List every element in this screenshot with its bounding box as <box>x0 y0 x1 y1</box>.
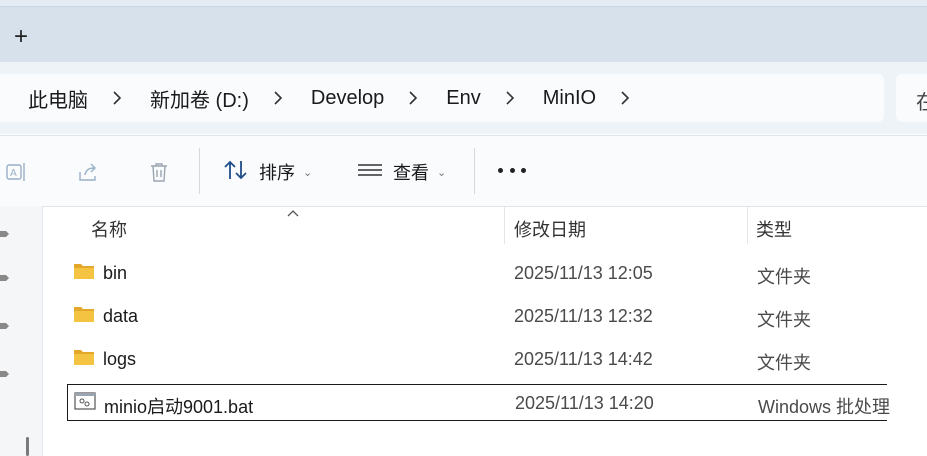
file-modified: 2025/11/13 14:20 <box>515 393 654 413</box>
new-tab-button[interactable]: + <box>10 23 32 50</box>
toolbar-separator <box>474 148 475 194</box>
column-divider[interactable] <box>747 206 748 244</box>
search-input[interactable]: 在 <box>896 74 927 122</box>
search-placeholder: 在 <box>916 92 927 114</box>
address-bar-area: 此电脑 新加卷 (D:) Develop Env MinIO 在 <box>0 62 927 134</box>
file-name: logs <box>103 349 137 369</box>
batch-file-icon <box>74 391 96 413</box>
folder-icon <box>73 347 95 369</box>
file-name: bin <box>103 263 128 283</box>
column-header-type[interactable]: 类型 <box>756 216 792 242</box>
file-modified: 2025/11/13 12:32 <box>514 306 653 326</box>
view-icon <box>357 158 383 187</box>
sort-icon <box>223 158 249 187</box>
breadcrumb[interactable]: 此电脑 新加卷 (D:) Develop Env MinIO <box>0 74 884 122</box>
svg-text:A: A <box>10 168 17 179</box>
pin-icon <box>0 366 10 377</box>
view-label: 查看 <box>393 163 429 183</box>
tab-strip-top-edge <box>0 0 927 7</box>
column-header-modified[interactable]: 修改日期 <box>514 216 586 242</box>
column-divider[interactable] <box>504 206 505 244</box>
rename-icon[interactable]: A <box>4 160 28 184</box>
command-bar: A 排序 ⌄ 查看 ⌄ <box>0 135 927 207</box>
chevron-right-icon[interactable] <box>596 90 630 106</box>
list-item[interactable]: logs 2025/11/13 14:42 文件夹 <box>67 341 927 377</box>
chevron-down-icon: ⌄ <box>437 166 447 179</box>
file-name: data <box>103 306 139 326</box>
chevron-down-icon: ⌄ <box>303 166 313 179</box>
folder-icon <box>73 304 95 326</box>
file-type: Windows 批处理 <box>758 397 891 417</box>
folder-icon <box>73 261 95 283</box>
sort-button[interactable]: 排序 ⌄ <box>223 157 312 187</box>
list-item[interactable]: bin 2025/11/13 12:05 文件夹 <box>67 255 927 291</box>
file-modified: 2025/11/13 14:42 <box>514 349 653 369</box>
column-header-name[interactable]: 名称 <box>91 216 127 242</box>
breadcrumb-item-env[interactable]: Env <box>418 87 480 110</box>
file-name: minio启动9001.bat <box>104 397 254 417</box>
list-item[interactable]: data 2025/11/13 12:32 文件夹 <box>67 298 927 334</box>
breadcrumb-item-drive-d[interactable]: 新加卷 (D:) <box>122 84 249 113</box>
delete-icon[interactable] <box>147 160 171 184</box>
share-icon[interactable] <box>76 160 100 184</box>
sort-label: 排序 <box>259 163 295 183</box>
view-button[interactable]: 查看 ⌄ <box>357 157 446 187</box>
breadcrumb-item-minio[interactable]: MinIO <box>515 87 596 110</box>
nav-scrollbar-thumb[interactable] <box>26 437 29 456</box>
navigation-pane[interactable] <box>0 206 43 456</box>
chevron-right-icon[interactable] <box>88 90 122 106</box>
more-icon[interactable] <box>498 165 526 175</box>
file-type: 文件夹 <box>757 310 811 330</box>
file-modified: 2025/11/13 12:05 <box>514 263 653 283</box>
pin-icon <box>0 270 10 281</box>
chevron-right-icon[interactable] <box>384 90 418 106</box>
chevron-right-icon[interactable] <box>249 90 283 106</box>
list-item-selected[interactable]: minio启动9001.bat 2025/11/13 14:20 Windows… <box>67 384 891 421</box>
column-header: 名称 修改日期 类型 <box>43 206 927 246</box>
file-type: 文件夹 <box>757 353 811 373</box>
pin-icon <box>0 318 10 329</box>
pin-icon <box>0 226 10 237</box>
breadcrumb-item-develop[interactable]: Develop <box>283 87 384 110</box>
file-type: 文件夹 <box>757 267 811 287</box>
breadcrumb-item-this-pc[interactable]: 此电脑 <box>0 84 88 113</box>
chevron-right-icon[interactable] <box>481 90 515 106</box>
toolbar-separator <box>199 148 200 194</box>
tab-strip: + <box>0 0 927 62</box>
